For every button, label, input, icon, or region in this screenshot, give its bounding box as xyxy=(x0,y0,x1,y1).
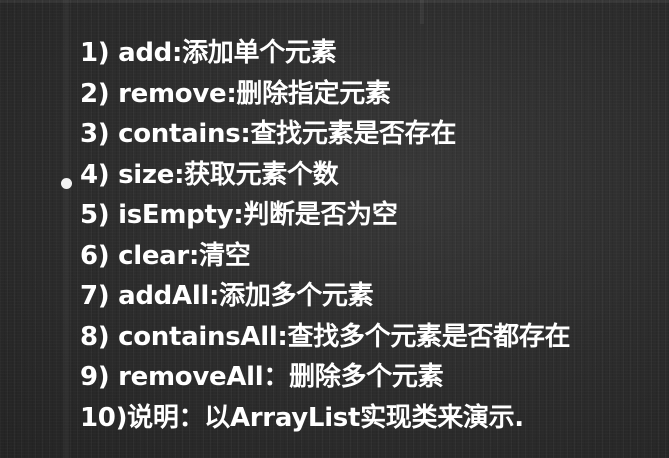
list-item: 9) removeAll：删除多个元素 xyxy=(80,362,444,392)
list-item: 8) containsAll:查找多个元素是否都存在 xyxy=(80,321,571,352)
list-item: 7) addAll:添加多个元素 xyxy=(80,281,374,311)
list-item: 2) remove:删除指定元素 xyxy=(80,78,391,109)
list-item: 5) isEmpty:判断是否为空 xyxy=(80,200,398,230)
chalkboard-slide: 1) add:添加单个元素 2) remove:删除指定元素 3) contai… xyxy=(0,0,669,458)
list-item: 3) contains:查找元素是否存在 xyxy=(80,119,457,149)
chalk-smudge xyxy=(0,0,669,3)
list-item: 10)说明：以ArrayList实现类来演示. xyxy=(80,402,524,433)
list-item: 4) size:获取元素个数 xyxy=(80,159,339,190)
chalk-smudge xyxy=(64,0,69,458)
method-list: 1) add:添加单个元素 2) remove:删除指定元素 3) contai… xyxy=(80,33,571,438)
list-item: 1) add:添加单个元素 xyxy=(80,38,337,68)
bullet-dot-icon xyxy=(61,178,72,189)
chalk-smudge xyxy=(420,0,424,24)
list-item: 6) clear:清空 xyxy=(80,240,251,271)
